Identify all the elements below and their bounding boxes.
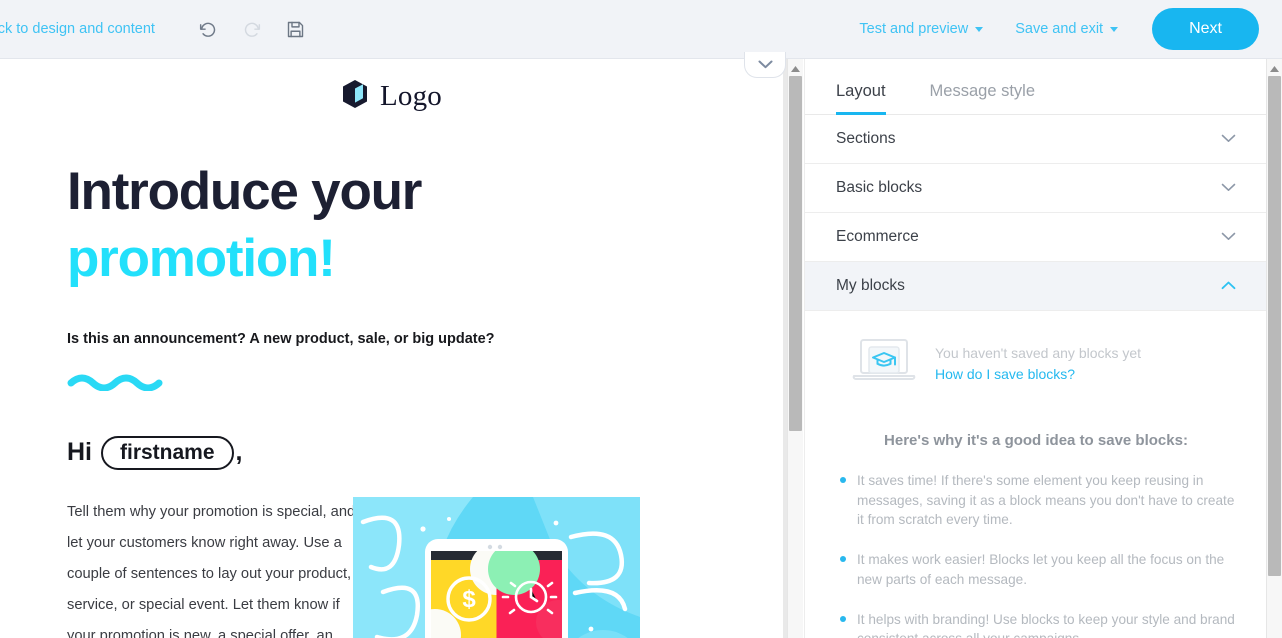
email-body-column[interactable]: Tell them why your promotion is special,… <box>67 497 359 638</box>
layout-panel: Layout Message style Sections Basic bloc… <box>804 59 1266 638</box>
email-logo-text: Logo <box>379 80 442 112</box>
why-save-blocks-title: Here's why it's a good idea to save bloc… <box>884 432 1188 449</box>
accordion-ecommerce[interactable]: Ecommerce <box>805 213 1266 262</box>
merge-tag-firstname[interactable]: firstname <box>101 435 234 470</box>
accordion-basic-blocks[interactable]: Basic blocks <box>805 164 1266 213</box>
save-and-exit-label: Save and exit <box>1015 21 1104 37</box>
email-editor-app: Back to design and content <box>0 0 1282 638</box>
tab-layout[interactable]: Layout <box>836 82 886 115</box>
canvas-scrollbar[interactable] <box>787 59 803 638</box>
canvas-scrollbar-thumb[interactable] <box>789 76 802 431</box>
email-two-column-block: Tell them why your promotion is special,… <box>0 496 783 638</box>
list-item: It saves time! If there's some element y… <box>836 471 1236 530</box>
accordion-ecommerce-label: Ecommerce <box>836 228 919 245</box>
how-do-i-save-blocks-link[interactable]: How do I save blocks? <box>935 366 1141 382</box>
email-image-column[interactable]: $ <box>353 496 640 638</box>
undo-icon[interactable] <box>195 16 221 42</box>
my-blocks-empty-texts: You haven't saved any blocks yet How do … <box>935 345 1141 382</box>
save-and-exit-menu[interactable]: Save and exit <box>999 21 1134 37</box>
chevron-down-icon <box>1110 26 1119 32</box>
canvas-collapse-toggle[interactable] <box>744 52 786 78</box>
chevron-down-icon <box>975 26 984 32</box>
back-to-design-link[interactable]: Back to design and content <box>0 21 155 37</box>
greeting-suffix: , <box>235 438 243 467</box>
wave-divider[interactable] <box>67 374 783 396</box>
next-button[interactable]: Next <box>1152 8 1259 50</box>
test-and-preview-label: Test and preview <box>859 21 969 37</box>
accordion-sections[interactable]: Sections <box>805 115 1266 164</box>
email-headline-block[interactable]: Introduce your promotion! <box>67 158 783 293</box>
chevron-up-icon <box>1221 277 1236 295</box>
chevron-down-icon <box>1221 228 1236 246</box>
scroll-up-arrow-icon[interactable] <box>788 62 803 75</box>
list-item: It helps with branding! Use blocks to ke… <box>836 610 1236 638</box>
redo-icon[interactable] <box>239 16 265 42</box>
why-save-blocks-list: It saves time! If there's some element y… <box>836 471 1236 638</box>
accordion-basic-blocks-label: Basic blocks <box>836 179 923 196</box>
headline-line-1: Introduce your <box>67 162 422 221</box>
email-body-text: Tell them why your promotion is special,… <box>67 503 356 638</box>
headline-line-2: promotion! <box>67 229 336 289</box>
email-logo-block[interactable]: Logo <box>0 59 783 118</box>
email-document: Logo Introduce your promotion! Is this a… <box>0 59 783 638</box>
my-blocks-empty-state: You haven't saved any blocks yet How do … <box>836 337 1236 390</box>
email-subheadline[interactable]: Is this an announcement? A new product, … <box>67 331 783 347</box>
tab-message-style[interactable]: Message style <box>930 82 1035 114</box>
list-item: It makes work easier! Blocks let you kee… <box>836 550 1236 589</box>
my-blocks-content: You haven't saved any blocks yet How do … <box>805 311 1266 638</box>
accordion-my-blocks-label: My blocks <box>836 277 905 294</box>
chevron-down-icon <box>1221 130 1236 148</box>
svg-text:$: $ <box>462 586 476 613</box>
toolbar-actions: Test and preview Save and exit Next <box>843 8 1282 50</box>
chevron-down-icon <box>758 56 773 74</box>
panel-scrollbar[interactable] <box>1266 59 1282 638</box>
email-canvas[interactable]: Logo Introduce your promotion! Is this a… <box>0 59 783 638</box>
accordion-sections-label: Sections <box>836 130 896 147</box>
chevron-down-icon <box>1221 179 1236 197</box>
top-toolbar: Back to design and content <box>0 0 1282 59</box>
test-and-preview-menu[interactable]: Test and preview <box>843 21 999 37</box>
my-blocks-empty-message: You haven't saved any blocks yet <box>935 345 1142 361</box>
accordion-my-blocks[interactable]: My blocks <box>805 262 1266 311</box>
panel-tabs: Layout Message style <box>805 59 1266 115</box>
scroll-up-arrow-icon[interactable] <box>1267 62 1282 75</box>
greeting-prefix: Hi <box>67 438 92 467</box>
history-controls <box>195 16 309 42</box>
email-greeting-block[interactable]: Hi firstname , <box>67 435 783 470</box>
panel-scrollbar-thumb[interactable] <box>1268 76 1281 576</box>
save-icon[interactable] <box>283 16 309 42</box>
cube-logo-icon <box>341 79 369 114</box>
laptop-graduation-cap-icon <box>851 337 917 390</box>
